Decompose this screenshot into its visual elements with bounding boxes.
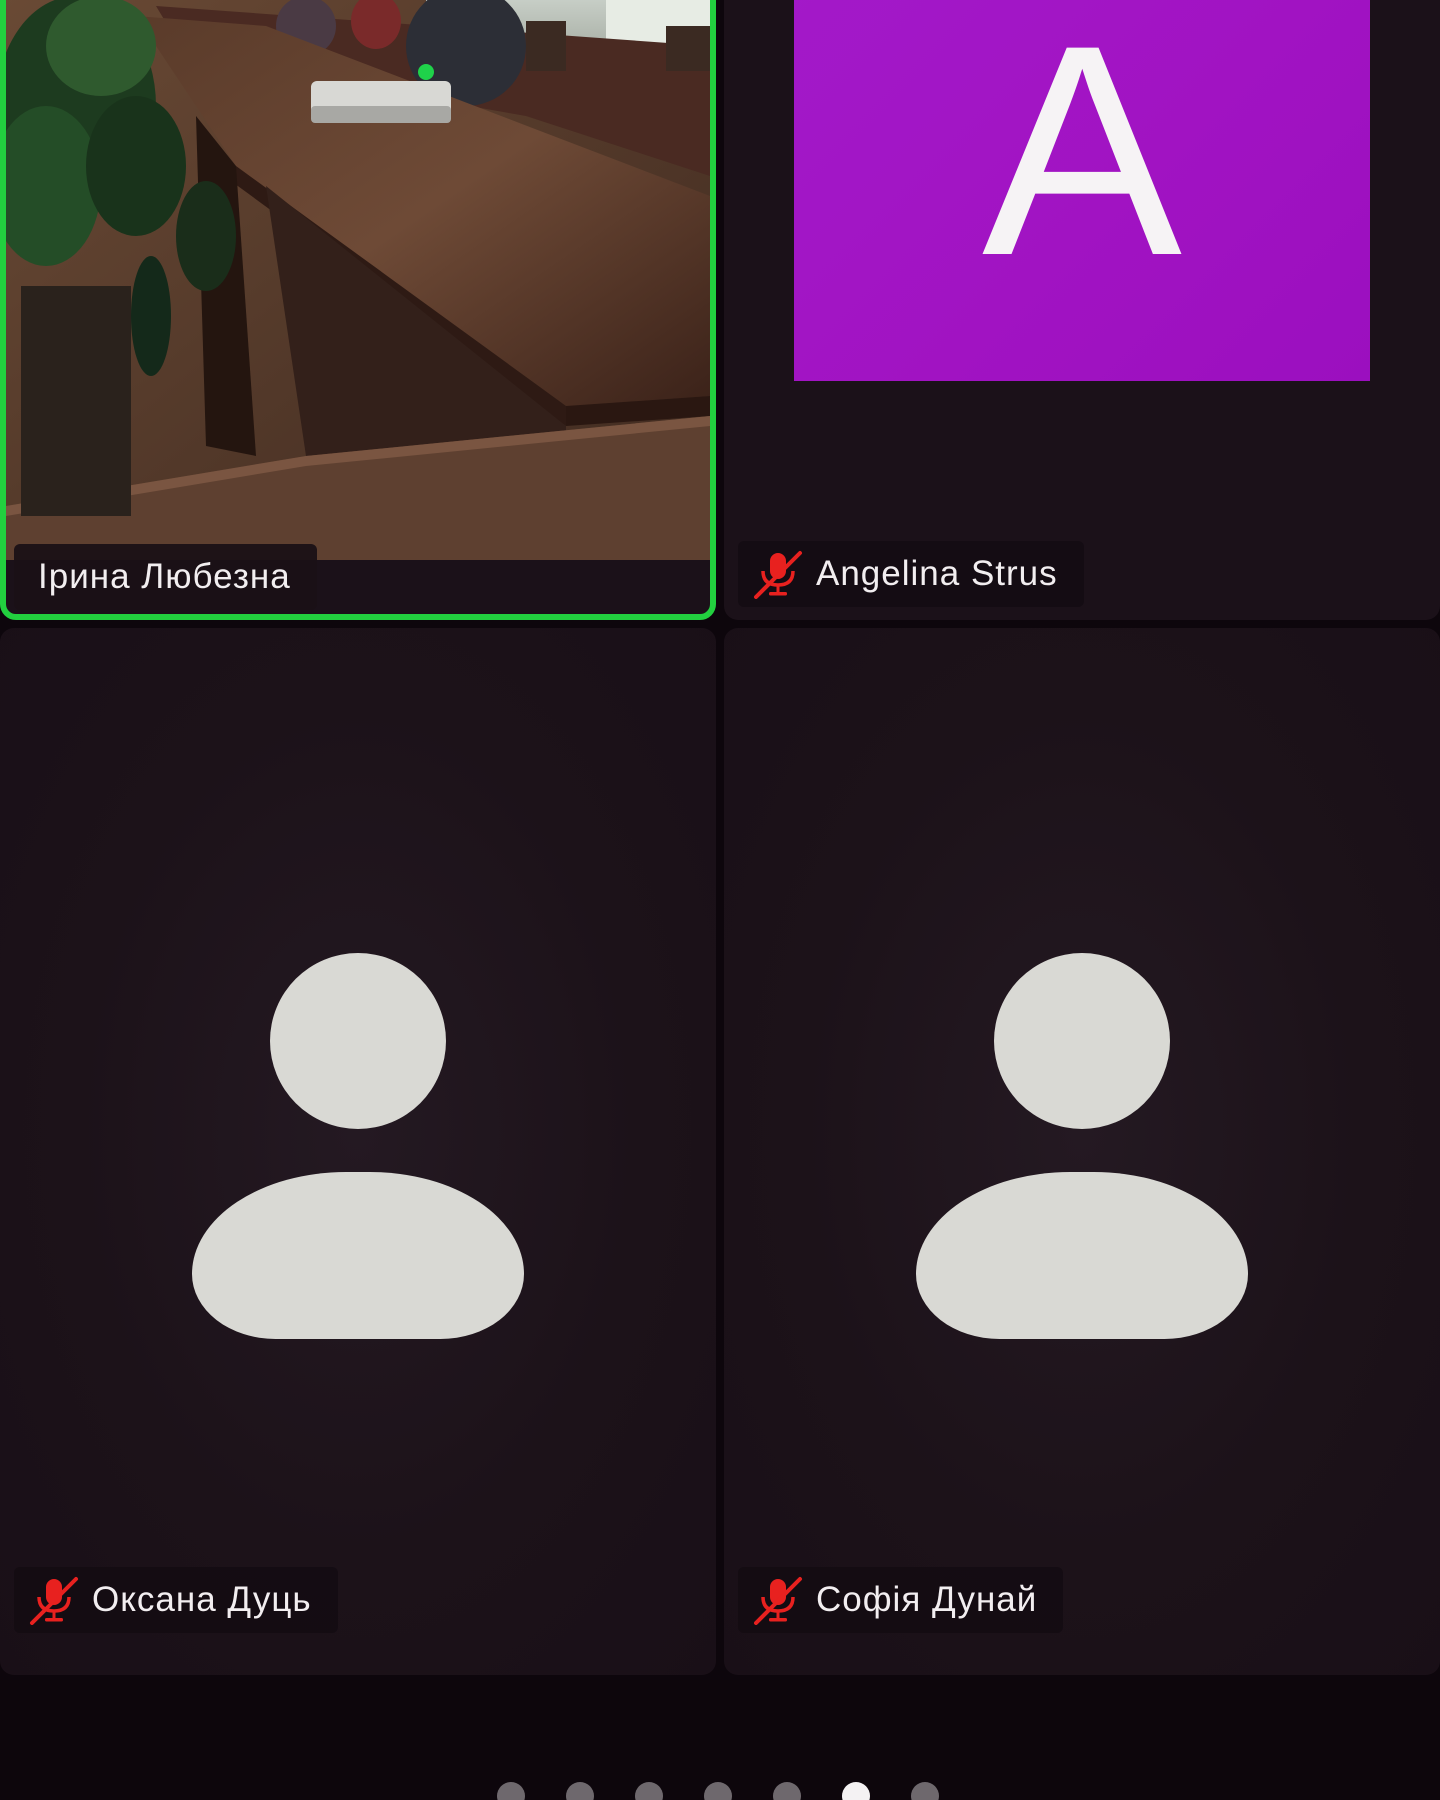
person-head	[270, 953, 446, 1129]
person-body	[916, 1172, 1248, 1339]
page-dot-active[interactable]	[842, 1782, 870, 1800]
participant-name-tag: Софія Дунай	[738, 1567, 1064, 1633]
participant-name-tag: Ірина Любезна	[14, 544, 317, 610]
meeting-gallery-view: Ірина Любезна A Angelina Strus Оксана Ду…	[0, 0, 1440, 1800]
person-body	[192, 1172, 524, 1339]
page-dot[interactable]	[635, 1782, 663, 1800]
person-placeholder-icon	[192, 953, 524, 1353]
page-dot[interactable]	[497, 1782, 525, 1800]
page-dot[interactable]	[566, 1782, 594, 1800]
participant-name: Angelina Strus	[816, 554, 1058, 593]
person-head	[994, 953, 1170, 1129]
page-dot[interactable]	[911, 1782, 939, 1800]
page-dot[interactable]	[773, 1782, 801, 1800]
page-dot[interactable]	[704, 1782, 732, 1800]
muted-mic-icon	[30, 1577, 78, 1625]
participant-name: Ірина Любезна	[38, 557, 291, 596]
participant-name-tag: Оксана Дуць	[14, 1567, 338, 1633]
participant-tile-3[interactable]: Оксана Дуць	[0, 628, 716, 1675]
participant-tile-2[interactable]: A Angelina Strus	[724, 0, 1440, 620]
participant-tile-1[interactable]: Ірина Любезна	[0, 0, 716, 620]
camera-video-feed	[6, 0, 710, 560]
participant-name: Оксана Дуць	[92, 1580, 312, 1619]
muted-mic-icon	[754, 551, 802, 599]
participant-tile-4[interactable]: Софія Дунай	[724, 628, 1440, 1675]
person-placeholder-icon	[916, 953, 1248, 1353]
participant-name: Софія Дунай	[816, 1580, 1038, 1619]
participant-name-tag: Angelina Strus	[738, 541, 1084, 607]
page-indicator[interactable]	[497, 1782, 939, 1800]
muted-mic-icon	[754, 1577, 802, 1625]
avatar: A	[794, 0, 1370, 381]
